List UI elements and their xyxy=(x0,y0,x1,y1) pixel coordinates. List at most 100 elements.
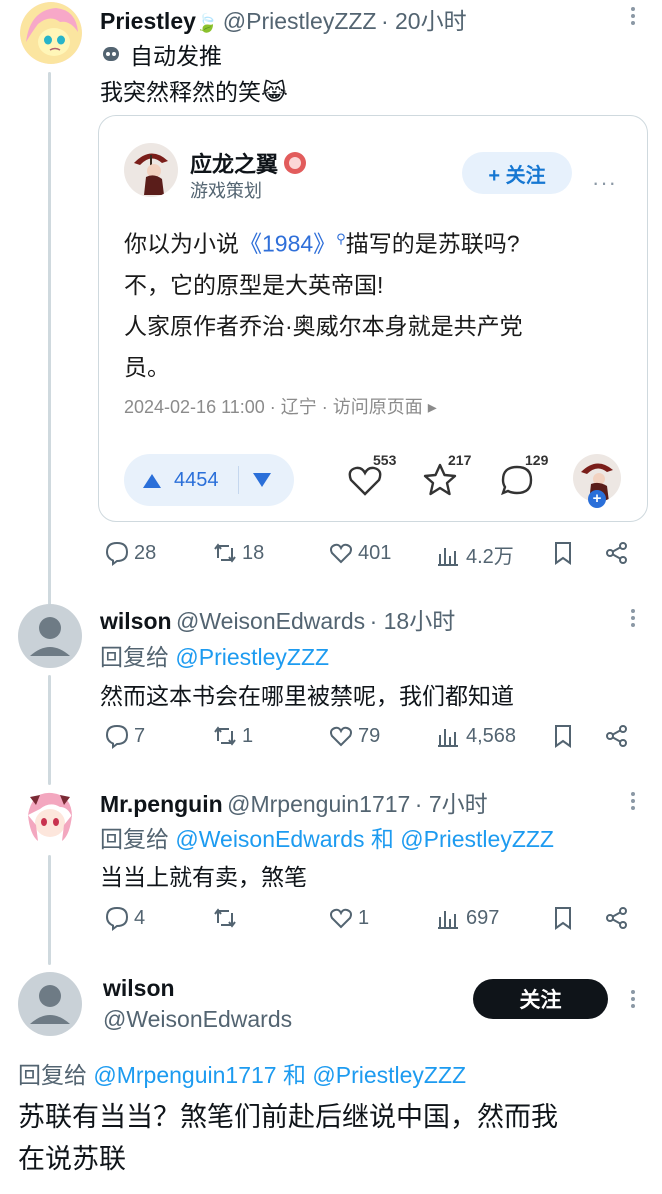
views-icon xyxy=(438,729,458,747)
avatar[interactable] xyxy=(18,785,82,849)
display-name[interactable]: wilson xyxy=(100,608,172,634)
card-favorite-button[interactable]: 217 xyxy=(420,452,471,505)
mention-link[interactable]: @PriestleyZZZ xyxy=(312,1062,466,1088)
tweet-text: 当当上就有卖，煞笔 xyxy=(100,864,307,890)
views-icon xyxy=(438,911,458,929)
timestamp[interactable]: · 20小时 xyxy=(381,8,467,34)
display-name[interactable]: Priestley xyxy=(100,8,196,34)
follow-button[interactable]: 关注 xyxy=(473,979,608,1019)
retweet-button[interactable]: 18 xyxy=(212,540,264,566)
arrow-up-icon xyxy=(143,473,161,488)
views-button[interactable]: 697 xyxy=(436,905,499,931)
user-handle[interactable]: @WeisonEdwards xyxy=(176,608,365,634)
timestamp[interactable]: · 18小时 xyxy=(370,608,456,634)
views-icon xyxy=(438,547,458,566)
reply-context: 回复给 @WeisonEdwards 和 @PriestleyZZZ xyxy=(100,826,554,852)
heart-icon xyxy=(330,908,352,929)
like-button[interactable]: 1 xyxy=(328,905,369,931)
add-icon[interactable]: + xyxy=(588,490,606,508)
mention-link[interactable]: @PriestleyZZZ xyxy=(175,644,329,670)
share-icon xyxy=(606,542,627,564)
vote-count: 4454 xyxy=(174,469,219,491)
share-icon xyxy=(606,725,627,747)
retweet-icon xyxy=(214,908,236,928)
card-author-row: 应龙之翼 xyxy=(190,147,307,179)
robot-icon xyxy=(103,47,119,61)
views-button[interactable]: 4.2万 xyxy=(436,540,514,569)
tweet-actions: 7 1 79 4,568 xyxy=(100,723,640,753)
mention-link[interactable]: @PriestleyZZZ xyxy=(400,826,554,852)
card-follow-button[interactable]: + 关注 xyxy=(462,152,572,194)
automated-text: 自动发推 xyxy=(130,43,222,69)
tweet-actions: 4 1 697 xyxy=(100,905,640,935)
card-line-4: 员。 xyxy=(124,353,170,380)
upvote-button[interactable]: 4454 xyxy=(142,469,219,492)
bookmark-button[interactable] xyxy=(550,905,580,931)
like-button[interactable]: 79 xyxy=(328,723,380,749)
more-icon[interactable] xyxy=(631,606,637,630)
mention-link[interactable]: @Mrpenguin1717 xyxy=(93,1062,276,1088)
thread-line xyxy=(48,72,51,612)
reply-button[interactable]: 7 xyxy=(104,723,145,749)
more-icon[interactable] xyxy=(631,789,637,813)
reply-button[interactable]: 4 xyxy=(104,905,145,931)
arrow-down-icon xyxy=(253,473,271,487)
reply-button[interactable]: 28 xyxy=(104,540,156,566)
display-name[interactable]: wilson xyxy=(103,975,175,1002)
retweet-icon xyxy=(214,543,236,563)
retweet-button[interactable] xyxy=(212,905,242,931)
leaf-icon: 🍃 xyxy=(195,13,219,33)
book-link[interactable]: 《1984》 xyxy=(239,231,336,257)
card-like-count: 553 xyxy=(373,452,397,468)
reply-context: 回复给 @PriestleyZZZ xyxy=(100,644,330,670)
thread-line xyxy=(48,855,51,965)
card-body: 你以为小说《1984》⚲描写的是苏联吗? 不，它的原型是大英帝国! 人家原作者乔… xyxy=(124,218,523,388)
share-button[interactable] xyxy=(604,723,634,749)
card-author-name[interactable]: 应龙之翼 xyxy=(190,147,278,179)
more-icon[interactable] xyxy=(631,4,637,28)
reply-context: 回复给 @Mrpenguin1717 和 @PriestleyZZZ xyxy=(18,1062,467,1088)
heart-icon xyxy=(330,543,352,564)
user-handle[interactable]: @Mrpenguin1717 xyxy=(227,791,410,817)
downvote-button[interactable] xyxy=(252,471,272,494)
display-name[interactable]: Mr.penguin xyxy=(100,791,223,817)
like-button[interactable]: 401 xyxy=(328,540,391,566)
card-avatar[interactable] xyxy=(124,143,178,197)
reply-icon xyxy=(105,541,129,566)
card-meta[interactable]: 2024-02-16 11:00 · 辽宁 · 访问原页面 ▸ xyxy=(124,393,437,419)
avatar[interactable] xyxy=(20,2,82,64)
tweet-header: Priestley🍃 @PriestleyZZZ · 20小时 xyxy=(100,2,467,34)
badge-icon xyxy=(284,152,307,174)
avatar[interactable] xyxy=(18,604,82,668)
avatar[interactable] xyxy=(18,972,82,1036)
more-icon[interactable] xyxy=(631,987,637,1011)
heart-icon xyxy=(330,726,352,747)
automated-label: 自动发推 xyxy=(100,37,222,71)
views-count: 697 xyxy=(466,906,500,929)
retweet-button[interactable]: 1 xyxy=(212,723,253,749)
vote-divider xyxy=(238,466,239,494)
mention-link[interactable]: @WeisonEdwards xyxy=(175,826,364,852)
card-line-1: 你以为小说《1984》⚲描写的是苏联吗? xyxy=(124,230,520,257)
retweet-count: 1 xyxy=(242,724,254,747)
reply-icon xyxy=(105,724,129,749)
share-button[interactable] xyxy=(604,540,634,566)
tweet-text: 我突然释然的笑😹 xyxy=(100,79,288,105)
card-comment-button[interactable]: 129 xyxy=(497,452,548,505)
card-more-icon[interactable]: ··· xyxy=(592,170,617,196)
views-button[interactable]: 4,568 xyxy=(436,723,516,749)
card-like-button[interactable]: 553 xyxy=(345,452,396,505)
user-handle[interactable]: @PriestleyZZZ xyxy=(223,8,377,34)
tweet-text-line-1: 苏联有当当？煞笔们前赴后继说中国，然而我 xyxy=(18,1102,558,1132)
like-count: 1 xyxy=(358,906,370,929)
bookmark-button[interactable] xyxy=(550,540,580,566)
user-handle[interactable]: @WeisonEdwards xyxy=(103,1006,292,1033)
tweet-header: wilson @WeisonEdwards · 18小时 xyxy=(100,602,455,636)
share-button[interactable] xyxy=(604,905,634,931)
reply-count: 28 xyxy=(134,541,157,564)
card-author-subtitle: 游戏策划 xyxy=(190,181,262,201)
reply-icon xyxy=(105,906,129,931)
bookmark-button[interactable] xyxy=(550,723,580,749)
timestamp[interactable]: · 7小时 xyxy=(415,791,488,817)
search-icon[interactable]: ⚲ xyxy=(336,231,346,246)
